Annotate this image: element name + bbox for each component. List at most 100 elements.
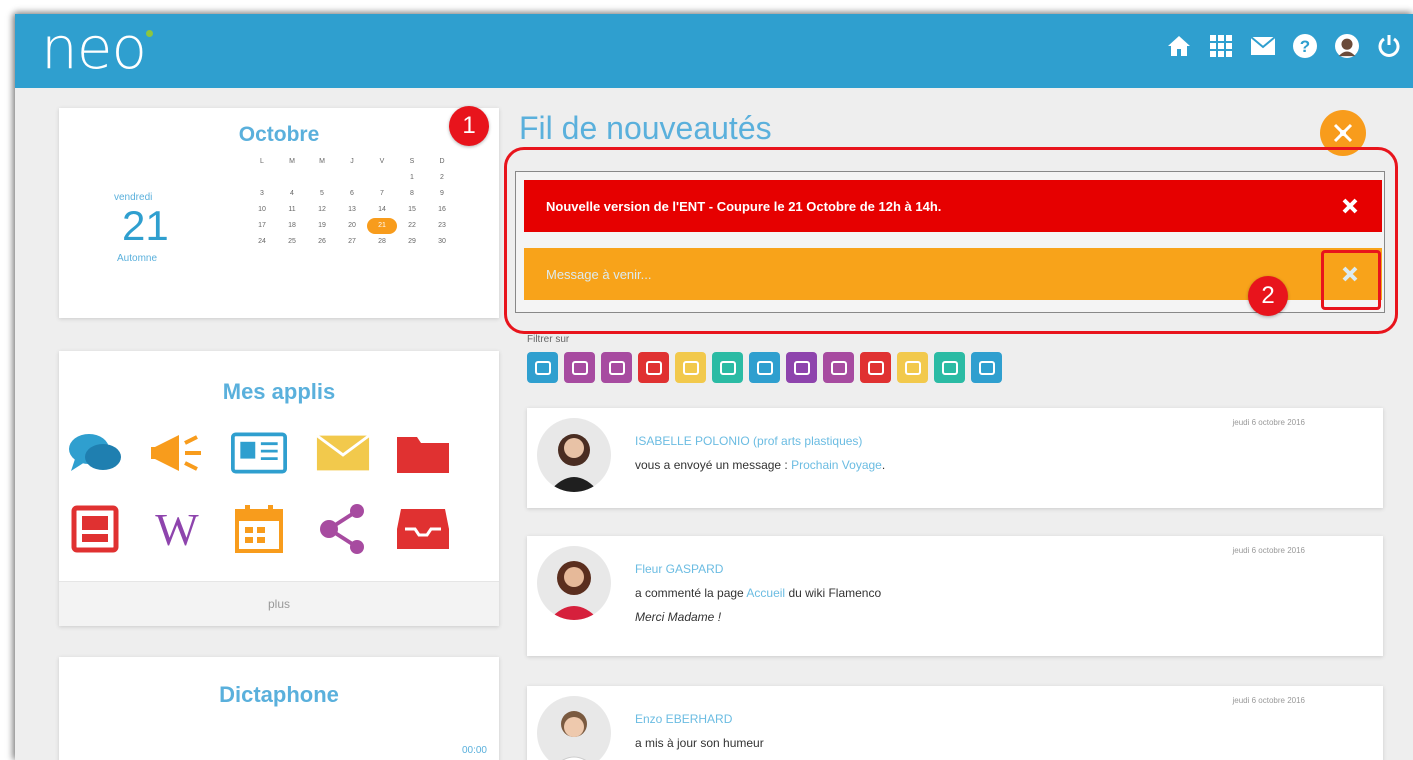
feed-title: Fil de nouveautés <box>519 110 772 146</box>
filter-button[interactable] <box>638 352 669 383</box>
calendar-day[interactable]: 16 <box>427 202 457 218</box>
filter-button[interactable] <box>823 352 854 383</box>
calendar-day[interactable]: 14 <box>367 202 397 218</box>
calendar-weekday: S <box>409 158 415 165</box>
filter-button[interactable] <box>749 352 780 383</box>
calendar-day[interactable]: 23 <box>427 218 457 234</box>
calendar-day[interactable]: 26 <box>307 234 337 250</box>
filter-button[interactable] <box>527 352 558 383</box>
dictaphone-widget: Dictaphone 00:00 <box>59 657 499 760</box>
calendar-day[interactable]: 17 <box>247 218 277 234</box>
feed-post: jeudi 6 octobre 2016 ISABELLE POLONIO (p… <box>527 408 1383 508</box>
calendar-day[interactable]: 21 <box>367 218 397 234</box>
filter-button[interactable] <box>934 352 965 383</box>
calendar-day[interactable]: 25 <box>277 234 307 250</box>
calendar-day[interactable]: 20 <box>337 218 367 234</box>
filter-icon <box>756 360 773 375</box>
calendar-weekday: J <box>350 158 354 165</box>
filter-button[interactable] <box>601 352 632 383</box>
calendar-day[interactable]: 11 <box>277 202 307 218</box>
calendar-day[interactable]: 8 <box>397 186 427 202</box>
tableau-icon[interactable] <box>67 501 123 557</box>
post-suffix: . <box>881 458 886 472</box>
filter-icon <box>941 360 958 375</box>
filter-button[interactable] <box>897 352 928 383</box>
calendar-day[interactable]: 28 <box>367 234 397 250</box>
post-link[interactable]: Accueil <box>746 586 785 600</box>
annotation-badge-1: 1 <box>449 106 489 146</box>
svg-text:W: W <box>155 505 199 553</box>
calendar-day[interactable]: 24 <box>247 234 277 250</box>
home-icon[interactable] <box>1167 34 1191 58</box>
help-icon[interactable]: ? <box>1293 34 1317 58</box>
top-bar: neo ? <box>15 14 1413 88</box>
filter-button[interactable] <box>564 352 595 383</box>
calendar-day[interactable]: 18 <box>277 218 307 234</box>
filter-label: Filtrer sur <box>527 334 570 345</box>
calendar-month: Octobre <box>238 123 320 146</box>
post-date: jeudi 6 octobre 2016 <box>1232 696 1306 705</box>
documents-icon[interactable] <box>395 425 451 481</box>
calendar-day[interactable]: 19 <box>307 218 337 234</box>
calendar-day[interactable]: 6 <box>337 186 367 202</box>
filter-button[interactable] <box>786 352 817 383</box>
post-suffix: du wiki Flamenco <box>788 586 882 600</box>
calendar-season: Automne <box>117 253 158 264</box>
calendar-day[interactable]: 29 <box>397 234 427 250</box>
post-action: a mis à jour son humeur <box>635 736 764 750</box>
annuaire-icon[interactable] <box>231 425 287 481</box>
calendar-day[interactable]: 15 <box>397 202 427 218</box>
post-action: vous a envoyé un message : <box>635 458 788 472</box>
calendar-day[interactable]: 12 <box>307 202 337 218</box>
calendar-day[interactable]: 4 <box>277 186 307 202</box>
filter-icon <box>645 360 662 375</box>
avatar[interactable] <box>537 546 611 620</box>
filter-button[interactable] <box>971 352 1002 383</box>
post-author-link[interactable]: Fleur GASPARD <box>635 562 723 576</box>
app-window: neo ? Octobre vendredi 21 Automne L M M … <box>15 14 1413 760</box>
mail-icon[interactable] <box>1251 34 1275 58</box>
calendar-day[interactable]: 9 <box>427 186 457 202</box>
calendar-day[interactable]: 2 <box>427 170 457 186</box>
calendrier-icon[interactable] <box>231 501 287 557</box>
post-text: vous a envoyé un message : Prochain Voya… <box>635 458 885 472</box>
filter-icon <box>867 360 884 375</box>
logo-dot <box>146 30 153 37</box>
calendar-day[interactable]: 27 <box>337 234 367 250</box>
apps-more-link[interactable]: plus <box>59 581 499 626</box>
mail-icon[interactable] <box>315 425 371 481</box>
calendar-day[interactable]: 1 <box>397 170 427 186</box>
filter-icon <box>571 360 588 375</box>
calendar-day[interactable]: 13 <box>337 202 367 218</box>
calendar-weekday: V <box>379 158 385 165</box>
apps-grid-icon[interactable] <box>1209 34 1233 58</box>
wiki-icon[interactable]: W <box>149 501 205 557</box>
reseau-icon[interactable] <box>315 501 371 557</box>
filter-icon <box>978 360 995 375</box>
casier-icon[interactable] <box>395 501 451 557</box>
logo[interactable]: neo <box>41 16 147 80</box>
calendar-day[interactable]: 5 <box>307 186 337 202</box>
filter-button[interactable] <box>712 352 743 383</box>
dictaphone-title: Dictaphone <box>219 682 339 707</box>
calendar-weekday: M <box>319 158 325 165</box>
post-author-link[interactable]: ISABELLE POLONIO (prof arts plastiques) <box>635 434 862 448</box>
power-icon[interactable] <box>1377 34 1401 58</box>
filter-icon <box>534 360 551 375</box>
calendar-day[interactable]: 10 <box>247 202 277 218</box>
calendar-day[interactable]: 30 <box>427 234 457 250</box>
messagerie-icon[interactable] <box>67 425 123 481</box>
post-link[interactable]: Prochain Voyage <box>791 458 882 472</box>
filter-button[interactable] <box>860 352 891 383</box>
post-action: a commenté la page <box>635 586 744 600</box>
avatar[interactable] <box>537 418 611 492</box>
calendar-day[interactable]: 3 <box>247 186 277 202</box>
calendar-day[interactable]: 7 <box>367 186 397 202</box>
actualites-icon[interactable] <box>149 425 205 481</box>
post-author-link[interactable]: Enzo EBERHARD <box>635 712 732 726</box>
avatar[interactable] <box>537 696 611 760</box>
avatar[interactable] <box>1335 34 1359 58</box>
filter-button[interactable] <box>675 352 706 383</box>
calendar-day[interactable]: 22 <box>397 218 427 234</box>
apps-title: Mes applis <box>222 379 336 404</box>
